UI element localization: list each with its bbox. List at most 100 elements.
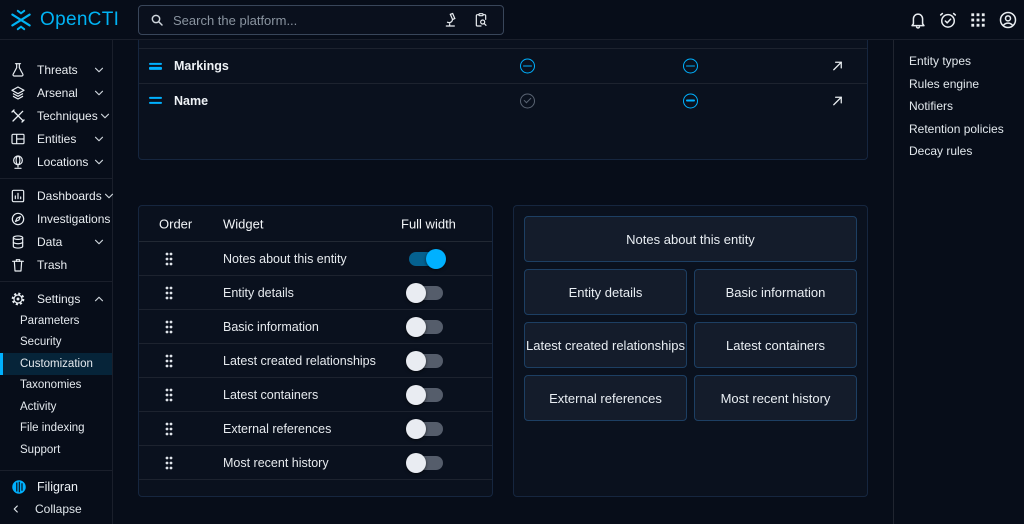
drag-indicator-icon[interactable] bbox=[163, 455, 175, 471]
chevron-down-icon bbox=[92, 63, 106, 77]
sidebar-item-security[interactable]: Security bbox=[0, 332, 112, 354]
collapse-button[interactable]: Collapse bbox=[0, 498, 112, 520]
search-input[interactable] bbox=[165, 13, 443, 28]
filigran-logo-icon bbox=[10, 478, 28, 496]
globe-icon bbox=[10, 154, 26, 170]
table-row-name: Name bbox=[139, 84, 867, 117]
account-icon[interactable] bbox=[998, 10, 1018, 30]
preview-widget: Basic information bbox=[694, 269, 857, 315]
sidebar-item-arsenal[interactable]: Arsenal bbox=[0, 81, 112, 104]
full-width-toggle[interactable] bbox=[409, 456, 443, 470]
drag-indicator-icon[interactable] bbox=[163, 285, 175, 301]
minus-circle-icon[interactable] bbox=[683, 59, 698, 74]
sidebar-item-locations[interactable]: Locations bbox=[0, 150, 112, 173]
paste-search-icon[interactable] bbox=[473, 12, 489, 28]
sidebar-item-activity[interactable]: Activity bbox=[0, 396, 112, 418]
table-row-markings: Markings bbox=[139, 49, 867, 84]
tools-icon bbox=[10, 108, 26, 124]
attributes-table: Markings Name bbox=[138, 40, 868, 160]
nav-retention-policies[interactable]: Retention policies bbox=[909, 118, 1024, 141]
nav-entity-types[interactable]: Entity types bbox=[909, 50, 1024, 73]
widget-row-entity-details: Entity details bbox=[139, 276, 492, 310]
search-bar[interactable] bbox=[138, 5, 504, 35]
minus-circle-icon[interactable] bbox=[520, 59, 535, 74]
drag-indicator-icon[interactable] bbox=[163, 421, 175, 437]
bell-icon[interactable] bbox=[908, 10, 928, 30]
database-icon bbox=[10, 234, 26, 250]
chevron-down-icon bbox=[92, 132, 106, 146]
right-page-nav: Entity types Rules engine Notifiers Rete… bbox=[893, 40, 1024, 524]
trash-icon bbox=[10, 257, 26, 273]
preview-widget: Latest containers bbox=[694, 322, 857, 368]
opencti-logo-icon bbox=[8, 7, 34, 33]
full-width-toggle[interactable] bbox=[409, 354, 443, 368]
sidebar-item-threats[interactable]: Threats bbox=[0, 58, 112, 81]
storage-icon bbox=[10, 131, 26, 147]
sidebar-item-parameters[interactable]: Parameters bbox=[0, 310, 112, 332]
external-arrow-icon[interactable] bbox=[830, 93, 845, 108]
sidebar-item-data[interactable]: Data bbox=[0, 230, 112, 253]
sidebar-item-support[interactable]: Support bbox=[0, 439, 112, 461]
sidebar-item-settings[interactable]: Settings bbox=[0, 287, 112, 310]
widget-row-latest-containers: Latest containers bbox=[139, 378, 492, 412]
sidebar-footer: Filigran Collapse bbox=[0, 465, 112, 524]
nav-decay-rules[interactable]: Decay rules bbox=[909, 140, 1024, 163]
minus-circle-icon[interactable] bbox=[683, 93, 698, 108]
gear-icon bbox=[10, 291, 26, 307]
chevron-left-icon bbox=[10, 503, 22, 515]
left-sidebar: Threats Arsenal Techniques Entities bbox=[0, 40, 113, 524]
sidebar-item-customization[interactable]: Customization bbox=[0, 353, 112, 375]
filigran-link[interactable]: Filigran bbox=[0, 476, 112, 498]
drag-indicator-icon[interactable] bbox=[163, 251, 175, 267]
advanced-search-icon[interactable] bbox=[443, 12, 459, 28]
full-width-toggle[interactable] bbox=[409, 286, 443, 300]
table-header: Order Widget Full width bbox=[139, 206, 492, 242]
preview-widget: Latest created relationships bbox=[524, 322, 687, 368]
sidebar-item-investigations[interactable]: Investigations bbox=[0, 207, 112, 230]
app-title: OpenCTI bbox=[40, 9, 119, 31]
full-width-toggle[interactable] bbox=[409, 422, 443, 436]
drag-handle-icon[interactable] bbox=[149, 60, 162, 72]
check-circle-icon[interactable] bbox=[520, 93, 535, 108]
widget-row-external-references: External references bbox=[139, 412, 492, 446]
drag-indicator-icon[interactable] bbox=[163, 319, 175, 335]
opencti-logo[interactable]: OpenCTI bbox=[0, 7, 138, 33]
sidebar-item-entities[interactable]: Entities bbox=[0, 127, 112, 150]
full-width-toggle[interactable] bbox=[409, 388, 443, 402]
full-width-toggle[interactable] bbox=[409, 320, 443, 334]
drag-indicator-icon[interactable] bbox=[163, 353, 175, 369]
chevron-down-icon bbox=[98, 109, 112, 123]
main-content: Markings Name OVERVIEW LAYOUT CUSTOMIZAT… bbox=[113, 40, 893, 524]
chevron-down-icon bbox=[92, 155, 106, 169]
sidebar-item-techniques[interactable]: Techniques bbox=[0, 104, 112, 127]
sidebar-item-dashboards[interactable]: Dashboards bbox=[0, 184, 112, 207]
divider bbox=[0, 178, 112, 179]
widget-row-latest-created-relationships: Latest created relationships bbox=[139, 344, 492, 378]
chevron-down-icon bbox=[102, 189, 116, 203]
divider bbox=[0, 470, 112, 471]
alarm-check-icon[interactable] bbox=[938, 10, 958, 30]
sidebar-item-trash[interactable]: Trash bbox=[0, 253, 112, 276]
table-row-clipped bbox=[139, 40, 867, 49]
nav-notifiers[interactable]: Notifiers bbox=[909, 95, 1024, 118]
preview-widget: Entity details bbox=[524, 269, 687, 315]
chevron-down-icon bbox=[92, 86, 106, 100]
search-icon bbox=[149, 12, 165, 28]
topbar-actions bbox=[908, 0, 1018, 40]
sidebar-item-taxonomies[interactable]: Taxonomies bbox=[0, 375, 112, 397]
chevron-down-icon bbox=[92, 235, 106, 249]
drag-indicator-icon[interactable] bbox=[163, 387, 175, 403]
nav-rules-engine[interactable]: Rules engine bbox=[909, 73, 1024, 96]
overview-widgets-table: Order Widget Full width Notes about this… bbox=[138, 205, 493, 497]
full-width-toggle[interactable] bbox=[409, 252, 443, 266]
widget-row-basic-information: Basic information bbox=[139, 310, 492, 344]
preview-widget: External references bbox=[524, 375, 687, 421]
apps-grid-icon[interactable] bbox=[968, 10, 988, 30]
drag-handle-icon[interactable] bbox=[149, 94, 162, 106]
widget-row-most-recent-history: Most recent history bbox=[139, 446, 492, 480]
chevron-up-icon bbox=[92, 292, 106, 306]
sidebar-item-file-indexing[interactable]: File indexing bbox=[0, 418, 112, 440]
external-arrow-icon[interactable] bbox=[830, 59, 845, 74]
preview-widget: Most recent history bbox=[694, 375, 857, 421]
top-bar: OpenCTI bbox=[0, 0, 1024, 40]
